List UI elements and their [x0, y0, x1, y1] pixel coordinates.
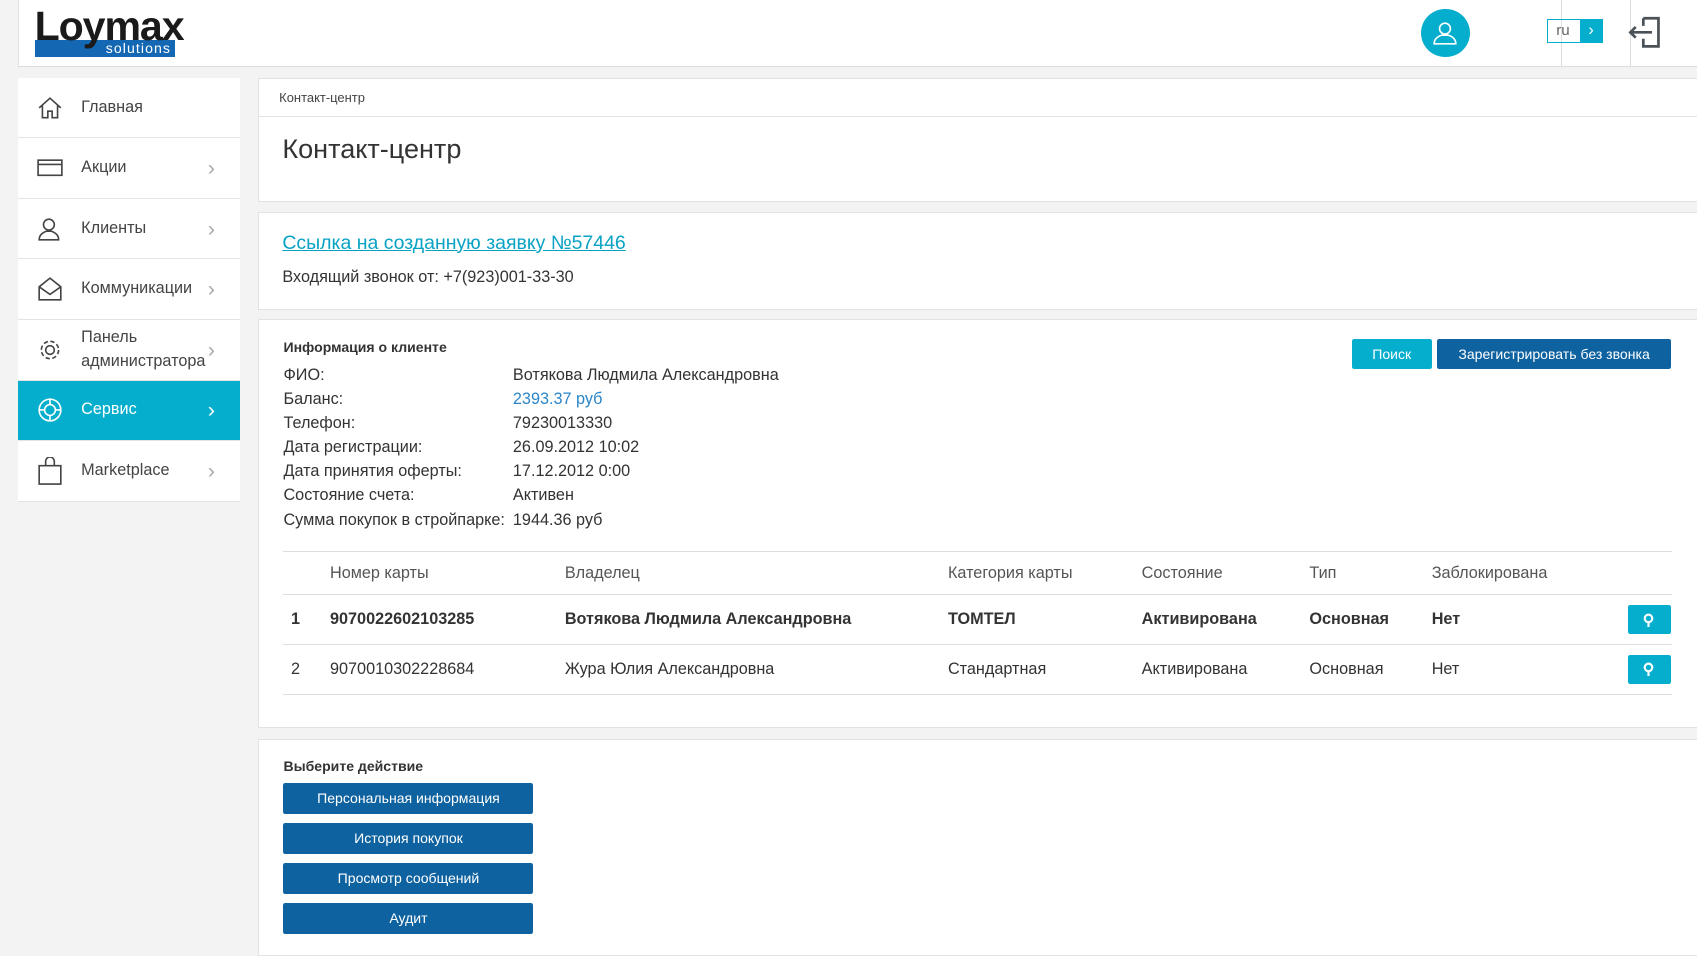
table-cell: Активирована — [1140, 594, 1309, 645]
user-icon — [1433, 22, 1458, 45]
actions-panel: Выберите действие Персональная информаци… — [257, 739, 1697, 956]
table-cell: 1 — [283, 594, 329, 645]
field-value: 26.09.2012 10:02 — [512, 438, 640, 457]
field-label: Дата принятия оферты: — [283, 462, 462, 481]
chevron-right-icon: › — [1580, 20, 1602, 43]
home-icon — [18, 96, 81, 120]
actions-heading: Выберите действие — [283, 757, 424, 774]
table-cell: Нет — [1430, 644, 1574, 695]
sidebar-item-promotions[interactable]: Акции › — [18, 138, 241, 199]
chevron-right-icon: › — [207, 155, 215, 181]
logout-icon — [1628, 17, 1660, 48]
table-cell: 9070022602103285 — [328, 594, 564, 645]
logout-button[interactable] — [1626, 15, 1663, 55]
ticket-link[interactable]: Ссылка на созданную заявку №57446 — [282, 232, 625, 254]
field-value: Активен — [512, 486, 574, 505]
ticket-panel: Ссылка на созданную заявку №57446 Входящ… — [257, 212, 1697, 310]
lifebuoy-icon — [18, 397, 81, 423]
field-label: Дата регистрации: — [283, 438, 423, 457]
client-field-row: Дата принятия оферты: 17.12.2012 0:00 — [283, 459, 1672, 483]
personal-info-button[interactable]: Персональная информация — [283, 783, 534, 814]
table-cell: Нет — [1430, 594, 1574, 645]
view-card-button[interactable] — [1627, 604, 1671, 635]
table-cell: Жура Юлия Александровна — [563, 644, 947, 695]
view-messages-button[interactable]: Просмотр сообщений — [283, 863, 534, 894]
field-value: 79230013330 — [512, 414, 613, 433]
table-cell: Вотякова Людмила Александровна — [563, 594, 947, 645]
search-icon — [1643, 662, 1654, 677]
column-header: Категория карты — [946, 551, 1141, 596]
search-icon — [1643, 613, 1654, 627]
purchase-history-button[interactable]: История покупок — [283, 823, 534, 854]
sidebar: Главная Акции › Клиенты › Коммуникации › Па… — [18, 77, 241, 502]
column-header: Тип — [1308, 551, 1431, 596]
client-field-row: Баланс: 2393.37 руб — [283, 387, 1672, 411]
client-field-row: Телефон: 79230013330 — [283, 411, 1672, 435]
chevron-right-icon: › — [207, 215, 215, 241]
column-header: Заблокирована — [1430, 551, 1574, 596]
field-value: 17.12.2012 0:00 — [512, 462, 631, 481]
card-icon — [18, 158, 81, 177]
field-label: Состояние счета: — [283, 486, 415, 505]
chevron-right-icon: › — [207, 336, 215, 362]
user-profile-button[interactable] — [1421, 8, 1470, 58]
field-value: 1944.36 руб — [512, 510, 603, 529]
table-cell: Основная — [1308, 644, 1431, 695]
sidebar-item-communications[interactable]: Коммуникации › — [18, 259, 241, 320]
field-label: Баланс: — [283, 390, 344, 409]
table-cell: 9070010302228684 — [328, 644, 564, 695]
table-cell: ТОМТЕЛ — [946, 594, 1141, 645]
field-value: Вотякова Людмила Александровна — [512, 366, 779, 385]
sidebar-item-admin-panel[interactable]: Панель администратора › — [18, 320, 241, 381]
column-header: Владелец — [563, 551, 947, 596]
field-label: Сумма покупок в стройпарке: — [283, 510, 505, 529]
client-field-row: Сумма покупок в стройпарке: 1944.36 руб — [283, 508, 1672, 532]
view-card-button[interactable] — [1627, 654, 1671, 684]
page-title: Контакт-центр — [282, 133, 462, 164]
sidebar-item-home[interactable]: Главная — [18, 78, 241, 139]
chevron-right-icon: › — [207, 276, 215, 302]
shopping-bag-icon — [18, 456, 81, 485]
field-label: ФИО: — [283, 366, 325, 385]
cards-table: Номер карты Владелец Категория карты Состоя… — [283, 551, 1673, 695]
page-header-panel: Контакт-центр Контакт-центр — [257, 77, 1697, 203]
gear-icon — [18, 337, 81, 363]
chevron-right-icon: › — [207, 397, 215, 423]
language-selector[interactable]: ru › — [1546, 19, 1603, 44]
search-button[interactable]: Поиск — [1351, 338, 1432, 369]
clients-icon — [18, 216, 81, 242]
envelope-icon — [18, 276, 81, 302]
table-row[interactable]: 2 9070010302228684 Жура Юлия Александровна… — [283, 644, 1673, 695]
client-info-panel: Информация о клиенте Поиск Зарегистриров… — [257, 319, 1697, 729]
sidebar-item-service[interactable]: Сервис › — [18, 380, 241, 442]
audit-button[interactable]: Аудит — [283, 903, 534, 934]
loymax-logo[interactable]: Loymax solutions — [34, 5, 185, 58]
register-without-call-button[interactable]: Зарегистрировать без звонка — [1437, 338, 1671, 369]
client-field-row: Состояние счета: Активен — [283, 483, 1672, 507]
col-index — [283, 551, 329, 596]
breadcrumb[interactable]: Контакт-центр — [258, 79, 1697, 117]
table-cell: Стандартная — [946, 644, 1141, 695]
table-row[interactable]: 1 9070022602103285 Вотякова Людмила Алекса… — [283, 594, 1673, 645]
client-field-row: Дата регистрации: 26.09.2012 10:02 — [283, 435, 1672, 459]
incoming-call-text: Входящий звонок от: +7(923)001-33-30 — [282, 267, 574, 286]
chevron-right-icon: › — [207, 457, 215, 483]
table-cell: Активирована — [1140, 644, 1309, 695]
col-actions — [1573, 551, 1673, 596]
column-header: Состояние — [1140, 551, 1309, 596]
sidebar-item-marketplace[interactable]: Marketplace › — [18, 441, 241, 502]
column-header: Номер карты — [328, 551, 564, 596]
field-label: Телефон: — [283, 414, 356, 433]
table-cell: Основная — [1308, 594, 1431, 645]
field-value: 2393.37 руб — [512, 390, 603, 409]
table-cell: 2 — [283, 644, 329, 695]
sidebar-item-clients[interactable]: Клиенты › — [18, 199, 241, 260]
